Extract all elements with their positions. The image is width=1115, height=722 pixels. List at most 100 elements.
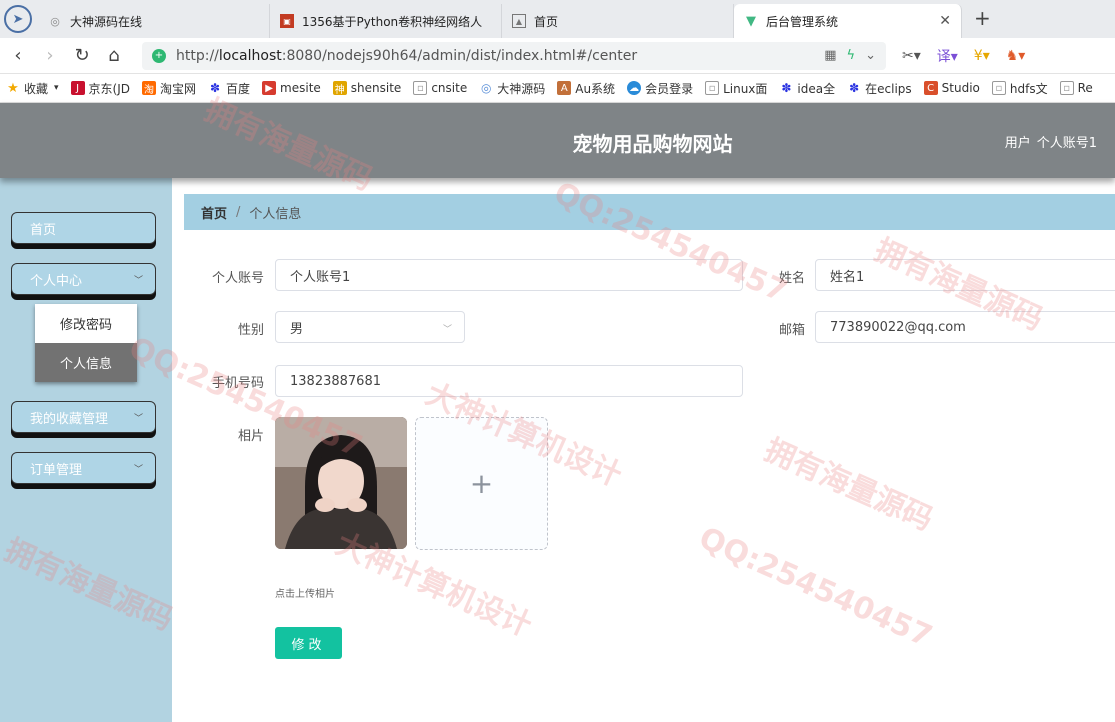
- shen-icon: 神: [332, 81, 347, 96]
- gender-value: 男: [290, 321, 304, 337]
- page-icon: ▫: [1059, 81, 1074, 95]
- forward-icon[interactable]: ›: [36, 42, 64, 70]
- user-name: 个人账号1: [1036, 136, 1097, 151]
- home-icon[interactable]: ⌂: [100, 42, 128, 70]
- scissors-icon[interactable]: ✂▾: [902, 48, 921, 64]
- url-input[interactable]: + http://localhost:8080/nodejs90h64/admi…: [142, 41, 886, 70]
- submit-button[interactable]: 修改: [275, 627, 342, 659]
- studio-icon: C: [923, 81, 938, 95]
- url-text: http://localhost:8080/nodejs90h64/admin/…: [176, 47, 638, 64]
- tab-title: 后台管理系统: [766, 14, 839, 29]
- submenu-item-personal-info[interactable]: 个人信息: [35, 343, 137, 382]
- cloud-icon: ☁: [627, 81, 642, 95]
- chevron-down-icon: ﹀: [133, 465, 143, 475]
- browser-tab[interactable]: ▣ 1356基于Python卷积神经网络人: [270, 4, 502, 38]
- profile-photo-image: [275, 417, 407, 549]
- chevron-down-icon: ﹀: [442, 325, 452, 335]
- dropdown-chevron-icon[interactable]: ⌄: [865, 48, 876, 63]
- browser-tab-active[interactable]: ▼ 后台管理系统 ✕: [734, 4, 962, 38]
- phone-input[interactable]: 13823887681: [275, 365, 743, 397]
- chevron-down-icon: ﹀: [133, 276, 143, 286]
- bookmark-item[interactable]: ◎ 大神源码: [479, 80, 545, 97]
- baidu-paw-icon: ✽: [781, 81, 792, 95]
- new-tab-icon[interactable]: +: [962, 6, 1003, 38]
- upload-hint: 点击上传相片: [275, 589, 335, 600]
- phone-label: 手机号码: [211, 376, 264, 391]
- watermark-text: 拥有海量源码: [759, 432, 938, 538]
- sidebar-item-home[interactable]: 首页: [11, 212, 156, 244]
- sidebar-item-label: 个人中心: [30, 273, 83, 289]
- qr-code-icon[interactable]: ▦: [824, 48, 836, 63]
- browser-tab[interactable]: ▲ 首页: [502, 4, 734, 38]
- extension-toolbar: ✂▾ 译▾ ¥▾ ♞▾: [902, 46, 1025, 66]
- breadcrumb-current: 个人信息: [249, 206, 302, 222]
- bookmark-item[interactable]: J 京东(JD: [70, 80, 130, 97]
- email-input[interactable]: 773890022@qq.com: [815, 311, 1115, 343]
- user-label: 用户: [1004, 136, 1031, 151]
- phone-value: 13823887681: [290, 373, 381, 389]
- sidebar-item-label: 我的收藏管理: [30, 411, 109, 427]
- bookmark-item[interactable]: A Au系统: [557, 80, 615, 97]
- account-label: 个人账号: [211, 271, 264, 286]
- bookmark-item[interactable]: ✽ 在eclips: [847, 80, 912, 97]
- photo-upload-button[interactable]: +: [415, 417, 548, 550]
- photo-label: 相片: [237, 429, 264, 444]
- account-value: 个人账号1: [290, 269, 351, 285]
- app-header: 宠物用品购物网站 用户 个人账号1: [0, 103, 1115, 178]
- submenu-item-change-password[interactable]: 修改密码: [35, 304, 137, 343]
- chevron-down-icon: ﹀: [133, 414, 143, 424]
- vue-icon: ▼: [746, 13, 756, 29]
- user-info: 用户 个人账号1: [1005, 132, 1097, 151]
- name-label: 姓名: [778, 271, 805, 286]
- flag-icon: ▶: [262, 81, 277, 95]
- address-bar: ‹ › ↻ ⌂ + http://localhost:8080/nodejs90…: [0, 38, 1115, 74]
- sidebar-item-personal-center[interactable]: 个人中心 ﹀: [11, 263, 156, 295]
- breadcrumb-separator: /: [236, 204, 241, 220]
- baidu-paw-icon: ✽: [849, 81, 860, 95]
- sidebar-item-favorites[interactable]: 我的收藏管理 ﹀: [11, 401, 156, 433]
- breadcrumb-home[interactable]: 首页: [201, 203, 227, 222]
- coin-icon[interactable]: ¥▾: [974, 48, 990, 64]
- game-icon[interactable]: ♞▾: [1006, 48, 1026, 64]
- plus-icon: +: [469, 467, 494, 500]
- lightning-icon[interactable]: ϟ: [847, 48, 856, 63]
- bookmark-item[interactable]: C Studio: [923, 81, 980, 95]
- jd-icon: J: [70, 81, 85, 95]
- navigation-icon[interactable]: ➤: [4, 5, 32, 33]
- browser-tab[interactable]: ◎ 大神源码在线: [38, 4, 270, 38]
- bookmark-item[interactable]: ☁ 会员登录: [627, 80, 693, 97]
- page-icon: ▫: [413, 81, 428, 95]
- tab-title: 大神源码在线: [70, 14, 143, 29]
- gender-select[interactable]: 男 ﹀: [275, 311, 465, 343]
- sidebar-item-label: 订单管理: [30, 462, 83, 478]
- bookmark-item[interactable]: ▫ cnsite: [413, 81, 467, 95]
- personal-center-submenu: 修改密码 个人信息: [35, 304, 137, 382]
- sidebar-item-orders[interactable]: 订单管理 ﹀: [11, 452, 156, 484]
- site-title: 宠物用品购物网站: [572, 132, 733, 156]
- taobao-icon: 淘: [142, 81, 157, 96]
- bookmarks-bar: ★ 收藏 ▾ J 京东(JD 淘淘宝网 ✽ 百度 ▶ mesite 神 shensite ▫…: [0, 74, 1115, 103]
- profile-photo[interactable]: [275, 417, 407, 549]
- bookmark-item[interactable]: 神 shensite: [332, 81, 401, 96]
- sidebar-item-label: 首页: [30, 222, 57, 238]
- bookmark-item[interactable]: ▶ mesite: [262, 81, 321, 95]
- close-tab-icon[interactable]: ✕: [939, 13, 951, 29]
- account-input[interactable]: 个人账号1: [275, 259, 743, 291]
- tab-title: 1356基于Python卷积神经网络人: [302, 14, 483, 29]
- back-icon[interactable]: ‹: [4, 42, 32, 70]
- bookmark-item[interactable]: 淘淘宝网: [142, 80, 196, 97]
- bookmark-item[interactable]: ★ 收藏 ▾: [6, 80, 58, 97]
- reload-icon[interactable]: ↻: [68, 42, 96, 70]
- name-input[interactable]: 姓名1: [815, 259, 1115, 291]
- bookmark-item[interactable]: ✽ 百度: [208, 80, 250, 97]
- name-value: 姓名1: [830, 269, 865, 285]
- au-icon: A: [557, 81, 572, 95]
- tab-title: 首页: [534, 14, 559, 29]
- translate-icon[interactable]: 译▾: [937, 46, 958, 66]
- bookmark-item[interactable]: ✽ idea全: [779, 80, 835, 97]
- bookmark-item[interactable]: ▫ Re: [1059, 81, 1093, 95]
- gender-label: 性别: [237, 323, 264, 338]
- bookmark-item[interactable]: ▫ Linux面: [705, 80, 767, 97]
- bookmark-item[interactable]: ▫ hdfs文: [991, 80, 1048, 97]
- browser-tab-bar: ➤ ◎ 大神源码在线 ▣ 1356基于Python卷积神经网络人 ▲ 首页 ▼ …: [0, 0, 1115, 38]
